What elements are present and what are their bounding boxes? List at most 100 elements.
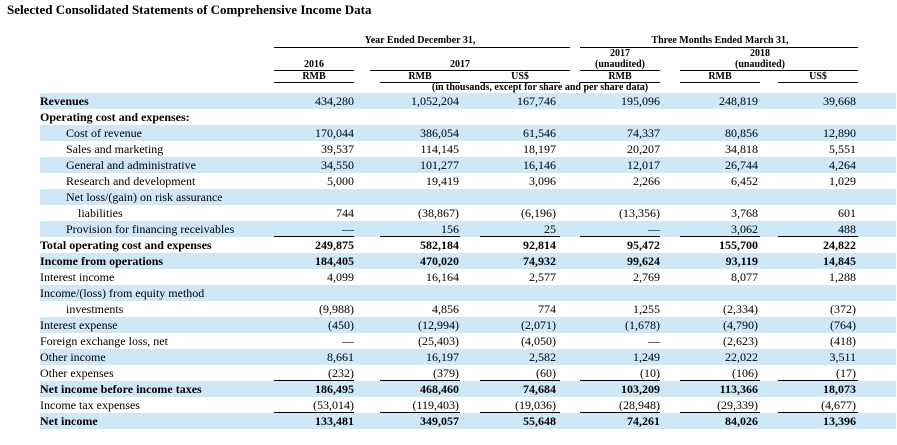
row-value: 774 xyxy=(538,302,556,316)
income-table: Revenues 434,280 1,052,204 167,746 195,096 24… xyxy=(0,0,897,445)
row-label: Revenues xyxy=(40,94,89,108)
row-value: (4,677) xyxy=(821,398,856,412)
row-value: 170,044 xyxy=(315,126,354,140)
row-value: 16,164 xyxy=(426,270,459,284)
row-value: (12,994) xyxy=(418,318,459,332)
row-value: 488 xyxy=(838,222,856,236)
subtotal-rule xyxy=(380,236,460,237)
subtotal-rule xyxy=(778,380,858,381)
row-value: 14,845 xyxy=(823,254,856,268)
row-value: 34,550 xyxy=(321,158,354,172)
row-value: 39,668 xyxy=(823,94,856,108)
row-value: 3,062 xyxy=(731,222,758,236)
table-row: Foreign exchange loss, net — (25,403) (4,05… xyxy=(40,333,896,349)
row-label: Net income before income taxes xyxy=(40,382,202,396)
row-value: 92,814 xyxy=(523,238,556,252)
row-value: 84,026 xyxy=(725,414,758,428)
row-value: (2,334) xyxy=(723,302,758,316)
row-value: 20,207 xyxy=(627,142,660,156)
row-value: — xyxy=(342,334,354,348)
row-label: Foreign exchange loss, net xyxy=(40,334,168,348)
row-value: (4,050) xyxy=(521,334,556,348)
row-value: 16,146 xyxy=(523,158,556,172)
row-label: Provision for financing receivables xyxy=(66,222,235,236)
row-value: (17) xyxy=(836,366,856,380)
row-value: 1,029 xyxy=(829,174,856,188)
subtotal-rule xyxy=(480,236,560,237)
row-value: 24,822 xyxy=(823,238,856,252)
row-value: (13,356) xyxy=(619,206,660,220)
row-value: 2,769 xyxy=(633,270,660,284)
row-value: 39,537 xyxy=(321,142,354,156)
row-value: 5,551 xyxy=(829,142,856,156)
row-label: Net income xyxy=(40,414,98,428)
row-label: Operating cost and expenses: xyxy=(40,110,190,124)
row-value: 74,261 xyxy=(627,414,660,428)
subtotal-rule xyxy=(580,380,660,381)
row-value: 12,890 xyxy=(823,126,856,140)
row-label: Interest income xyxy=(40,270,115,284)
row-value: (6,196) xyxy=(521,206,556,220)
row-value: 3,511 xyxy=(829,350,856,364)
row-label: Total operating cost and expenses xyxy=(40,238,212,252)
row-value: 1,288 xyxy=(829,270,856,284)
row-value: 93,119 xyxy=(725,254,758,268)
row-value: 470,020 xyxy=(420,254,459,268)
row-label: Income from operations xyxy=(40,254,164,268)
subtotal-rule xyxy=(580,412,660,413)
subtotal-rule xyxy=(680,236,760,237)
row-value: 349,057 xyxy=(420,414,459,428)
row-label: Interest expense xyxy=(40,318,118,332)
row-value: (28,948) xyxy=(619,398,660,412)
row-value: 1,052,204 xyxy=(411,94,459,108)
row-value: (450) xyxy=(328,318,354,332)
subtotal-rule xyxy=(380,380,460,381)
row-value: 744 xyxy=(336,206,354,220)
row-value: 114,145 xyxy=(420,142,459,156)
row-value: 3,096 xyxy=(529,174,556,188)
subtotal-rule xyxy=(680,412,760,413)
row-value: 74,684 xyxy=(523,382,556,396)
row-value: 167,746 xyxy=(517,94,556,108)
row-value: 113,366 xyxy=(719,382,758,396)
row-value: (10) xyxy=(640,366,660,380)
row-value: 6,452 xyxy=(731,174,758,188)
table-row: Revenues 434,280 1,052,204 167,746 195,096 24… xyxy=(40,93,896,109)
row-value: 1,249 xyxy=(633,350,660,364)
row-value: (764) xyxy=(830,318,856,332)
table-row: Other income 8,661 16,197 2,582 1,249 22,022 3… xyxy=(40,349,896,365)
subtotal-rule xyxy=(680,380,760,381)
subtotal-rule xyxy=(480,412,560,413)
row-value: (4,790) xyxy=(723,318,758,332)
row-value: (9,988) xyxy=(319,302,354,316)
row-value: 34,818 xyxy=(725,142,758,156)
table-row: Net loss/(gain) on risk assurance xyxy=(40,189,896,205)
row-value: 2,266 xyxy=(633,174,660,188)
row-value: 55,648 xyxy=(523,414,556,428)
row-label: Income/(loss) from equity method xyxy=(40,286,205,300)
row-value: 99,624 xyxy=(627,254,660,268)
table-row: Net income 133,481 349,057 55,648 74,261 84,0… xyxy=(40,413,896,429)
row-value: — xyxy=(648,334,660,348)
subtotal-rule xyxy=(778,412,858,413)
row-value: 8,661 xyxy=(327,350,354,364)
row-value: 13,396 xyxy=(823,414,856,428)
row-label: Net loss/(gain) on risk assurance xyxy=(66,190,223,204)
row-value: 74,337 xyxy=(627,126,660,140)
row-value: (38,867) xyxy=(418,206,459,220)
row-value: (119,403) xyxy=(412,398,459,412)
row-value: 386,054 xyxy=(420,126,459,140)
row-value: (19,036) xyxy=(515,398,556,412)
subtotal-rule xyxy=(778,236,858,237)
table-row: Other expenses (232) (379) (60) (10) (106) (17… xyxy=(40,365,896,381)
row-value: 468,460 xyxy=(420,382,459,396)
row-label: Other expenses xyxy=(40,366,114,380)
subtotal-rule xyxy=(274,236,354,237)
row-value: — xyxy=(342,222,354,236)
row-value: — xyxy=(648,222,660,236)
row-value: 22,022 xyxy=(725,350,758,364)
table-row: Cost of revenue 170,044 386,054 61,546 74,33… xyxy=(40,125,896,141)
row-value: 4,099 xyxy=(327,270,354,284)
row-value: 186,495 xyxy=(315,382,354,396)
row-value: 601 xyxy=(838,206,856,220)
